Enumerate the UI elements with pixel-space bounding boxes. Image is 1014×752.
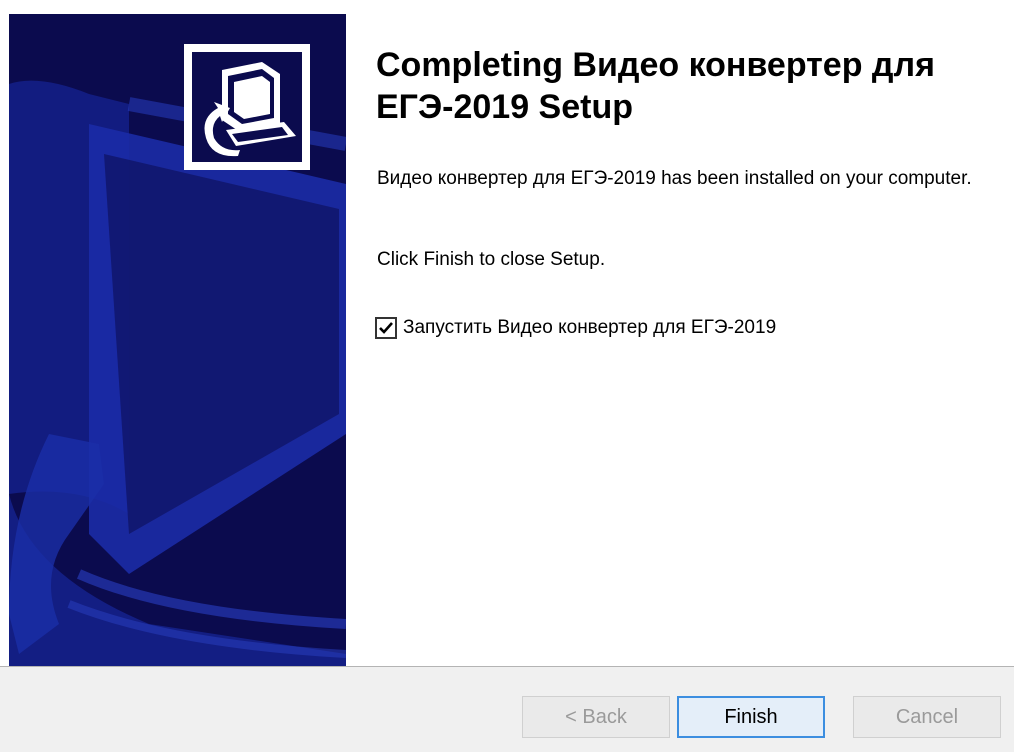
finish-hint: Click Finish to close Setup.: [377, 249, 606, 270]
page-title: Completing Видео конвертер для ЕГЭ-2019 …: [376, 46, 935, 126]
installer-logo: [184, 44, 310, 170]
computer-install-icon: [192, 52, 302, 162]
window-edge: [0, 0, 9, 752]
run-app-option[interactable]: Запустить Видео конвертер для ЕГЭ-2019: [375, 317, 776, 339]
install-description: Видео конвертер для ЕГЭ-2019 has been in…: [377, 168, 972, 189]
cancel-button[interactable]: Cancel: [853, 696, 1001, 738]
wizard-footer: < Back Finish Cancel: [0, 666, 1014, 752]
run-app-checkbox[interactable]: [375, 317, 397, 339]
finish-button[interactable]: Finish: [677, 696, 825, 738]
checkmark-icon: [379, 322, 393, 334]
run-app-label[interactable]: Запустить Видео конвертер для ЕГЭ-2019: [403, 317, 776, 339]
wizard-content: Completing Видео конвертер для ЕГЭ-2019 …: [346, 0, 1014, 666]
back-button[interactable]: < Back: [522, 696, 670, 738]
